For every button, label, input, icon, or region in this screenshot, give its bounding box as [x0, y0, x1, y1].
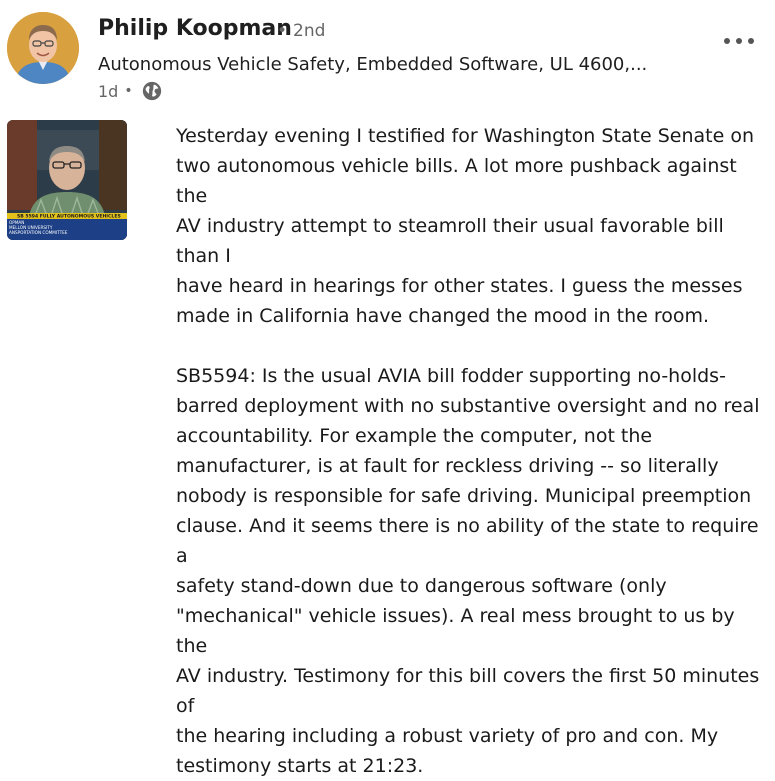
globe-icon — [142, 81, 161, 101]
author-photo — [7, 12, 79, 84]
meta-separator: • — [124, 83, 133, 99]
connection-degree: • 2nd — [277, 21, 326, 41]
post-paragraph: Yesterday evening I testified for Washin… — [176, 125, 754, 327]
thumbnail-caption-line: SB 5594 FULLY AUTONOMOUS VEHICLES — [17, 214, 121, 220]
post-body: Yesterday evening I testified for Washin… — [176, 121, 771, 781]
more-options-icon — [724, 38, 754, 44]
author-avatar[interactable] — [7, 12, 79, 84]
thumbnail-caption-line: ANSPORTATION COMMITTEE — [9, 230, 68, 235]
connection-degree-label: 2nd — [293, 21, 326, 41]
author-name[interactable]: Philip Koopman — [98, 16, 292, 41]
thumbnail-image: SB 5594 FULLY AUTONOMOUS VEHICLES OPMAN … — [7, 120, 127, 240]
video-thumbnail[interactable]: SB 5594 FULLY AUTONOMOUS VEHICLES OPMAN … — [7, 120, 127, 240]
author-headline: Autonomous Vehicle Safety, Embedded Soft… — [98, 54, 648, 75]
more-options-button[interactable] — [722, 32, 756, 50]
post-timestamp: 1d — [98, 81, 119, 101]
post-paragraph: SB5594: Is the usual AVIA bill fodder su… — [176, 365, 760, 777]
post-meta: 1d • — [98, 79, 163, 103]
